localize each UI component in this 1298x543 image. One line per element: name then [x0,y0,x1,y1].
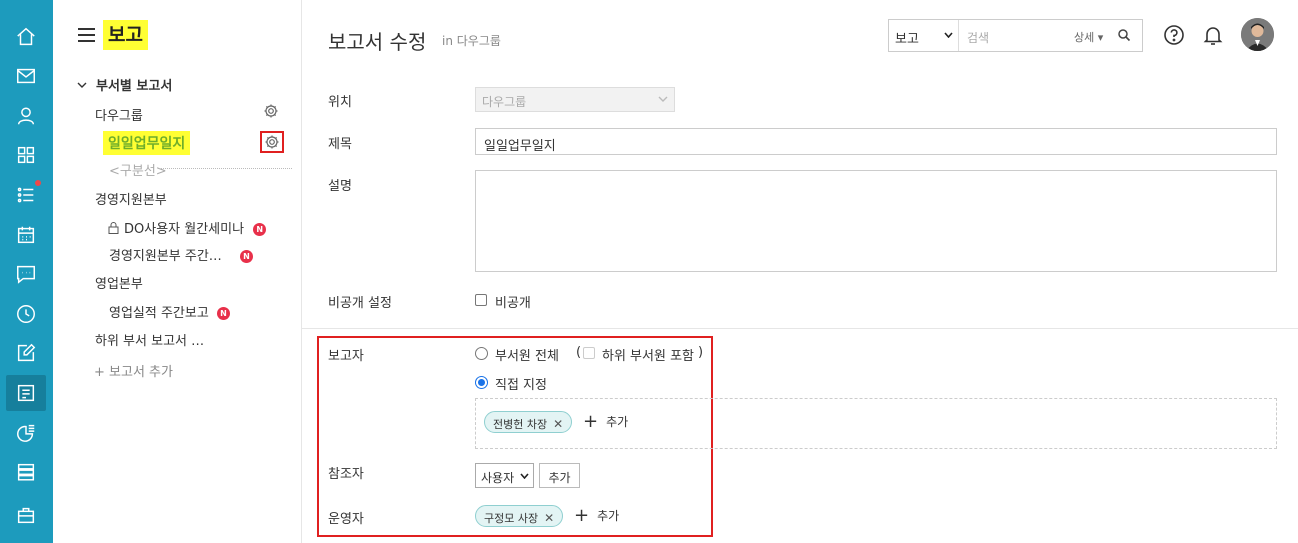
search-bar: 보고 검색 상세 ▾ [888,19,1143,52]
clock-icon[interactable] [6,296,46,332]
briefcase-icon[interactable] [6,497,46,533]
location-value: 다우그룹 [482,95,527,109]
app-title: 보고 [103,20,148,50]
reference-type-select[interactable]: 사용자 [475,463,534,488]
chevron-down-icon [944,32,953,38]
tree-item-monthly-seminar[interactable]: DO사용자 월간세미나 N [108,218,267,237]
app-rail [0,0,53,543]
new-badge: N [253,223,267,236]
chevron-down-icon [658,96,668,102]
report-icon[interactable] [6,375,46,411]
reporter-tag: 전병헌 차장 ✕ [484,411,573,433]
tree-item-dawoo-group[interactable]: 다우그룹 [95,105,143,124]
search-scope-value: 보고 [895,32,919,47]
edit-icon[interactable] [6,335,46,371]
admin-label: 운영자 [328,512,364,527]
bell-icon[interactable] [1201,23,1225,47]
new-badge: N [216,307,230,320]
chevron-down-icon [77,82,87,88]
chevron-down-icon [520,473,529,479]
reference-label: 참조자 [328,467,364,482]
help-icon[interactable] [1162,23,1186,47]
page-subtitle: in 다우그룹 [442,34,501,48]
avatar[interactable] [1241,18,1274,51]
tree-item-label: DO사용자 월간세미나 [124,222,245,237]
search-scope-select[interactable]: 보고 [889,20,959,51]
home-icon[interactable] [6,19,46,55]
add-admin-button[interactable]: + 추가 [574,504,620,526]
plus-icon: + [574,504,590,526]
add-reporter-label: 추가 [606,415,629,429]
reporter-label: 보고자 [328,349,364,364]
reporter-all-label: 부서원 전체 [495,349,559,364]
section-divider [302,328,1298,329]
search-detail-label: 상세 [1074,31,1095,44]
chat-icon[interactable] [6,256,46,292]
title-label: 제목 [328,137,352,152]
private-checkbox[interactable] [475,294,487,306]
notification-dot [35,180,41,186]
user-icon[interactable] [6,98,46,134]
survey-icon[interactable] [6,415,46,451]
side-panel: 보고 부서별 보고서 다우그룹 일일업무일지 <구분선> 경영지원본부 DO사용… [53,0,302,543]
private-setting-label: 비공개 설정 [328,296,392,311]
tree-divider-label[interactable]: <구분선> [109,160,167,179]
add-reporter-button[interactable]: + 추가 [583,410,629,432]
paren-close: ) [698,345,704,360]
include-sub-dept-label: 하위 부서원 포함 [602,349,694,364]
tree-item-sales-weekly[interactable]: 영업실적 주간보고 N [109,302,230,321]
add-admin-label: 추가 [597,509,620,523]
location-select: 다우그룹 [475,87,675,112]
add-reference-button[interactable]: 추가 [539,463,580,488]
gear-icon[interactable] [263,103,279,119]
calendar-icon[interactable] [6,217,46,253]
search-input[interactable]: 검색 [967,29,989,46]
tree-item-management-hq[interactable]: 경영지원본부 [95,189,167,208]
menu-icon[interactable] [78,28,95,42]
apps-grid-icon[interactable] [6,137,46,173]
search-icon[interactable] [1117,28,1131,42]
private-checkbox-label: 비공개 [495,296,531,311]
tree-item-label: 영업실적 주간보고 [109,306,209,321]
add-report-link[interactable]: + 보고서 추가 [94,361,173,380]
tree-divider-line [159,168,292,169]
title-input[interactable]: 일일업무일지 [475,128,1277,155]
selected-settings-button[interactable] [260,131,284,153]
page-title: 보고서 수정 [328,30,427,54]
tree-item-daily-log[interactable]: 일일업무일지 [103,131,191,155]
gear-icon [264,134,280,150]
tree-section-label: 부서별 보고서 [96,79,173,94]
reporter-direct-radio[interactable] [475,376,488,389]
plus-icon: + [583,410,599,432]
description-textarea[interactable] [475,170,1277,272]
location-label: 위치 [328,95,352,110]
tree-item-label: 경영지원본부 주간… [109,249,222,264]
close-icon[interactable]: ✕ [544,511,554,525]
admin-tag-label: 구정모 사장 [484,512,539,525]
description-label: 설명 [328,179,352,194]
lock-icon [108,222,119,234]
board-icon[interactable] [6,454,46,490]
reporter-tag-label: 전병헌 차장 [493,418,548,431]
tree-item-sub-dept-reports[interactable]: 하위 부서 보고서 … [95,330,204,349]
reporter-direct-label: 직접 지정 [495,378,547,393]
reference-type-value: 사용자 [481,471,515,485]
tree-section-dept-reports[interactable]: 부서별 보고서 [77,75,172,94]
include-sub-dept-checkbox[interactable] [583,347,595,359]
paren-open: ( [576,345,582,360]
tree-item-sales-hq[interactable]: 영업본부 [95,273,143,292]
reporter-all-radio[interactable] [475,347,488,360]
search-detail-toggle[interactable]: 상세 ▾ [1074,29,1103,45]
tree-item-mgmt-weekly[interactable]: 경영지원본부 주간… N [109,245,253,264]
new-badge: N [239,250,253,263]
admin-tag: 구정모 사장 ✕ [475,505,564,527]
close-icon[interactable]: ✕ [553,417,563,431]
mail-icon[interactable] [6,58,46,94]
